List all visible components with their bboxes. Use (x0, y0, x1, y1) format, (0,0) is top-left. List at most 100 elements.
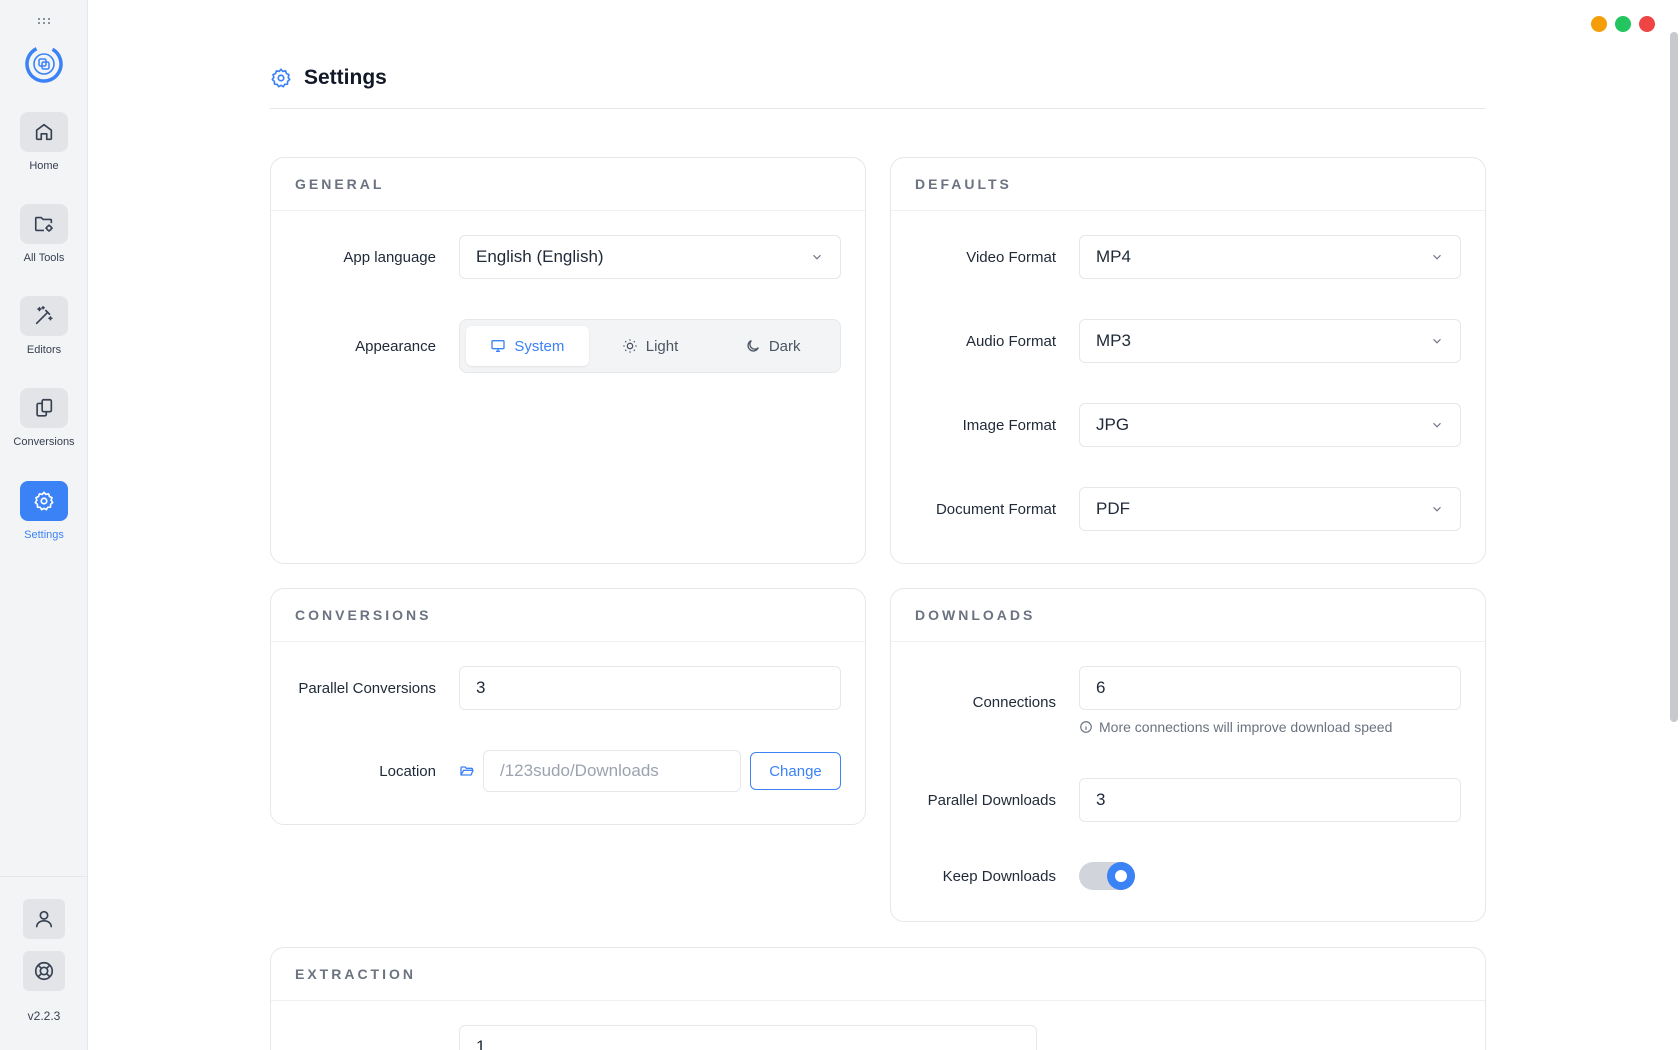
sidebar-item-settings[interactable]: Settings (0, 481, 88, 541)
location-input[interactable]: /123sudo/Downloads (483, 750, 741, 792)
sidebar-item-conversions[interactable]: Conversions (0, 388, 88, 448)
sidebar: Home All Tools Editors Conversions Setti… (0, 0, 88, 1050)
audio-format-value: MP3 (1096, 331, 1131, 350)
document-format-value: PDF (1096, 499, 1130, 518)
folder-open-icon (460, 766, 474, 776)
chevron-down-icon (1433, 422, 1441, 428)
document-format-label: Document Format (935, 501, 1056, 518)
parallel-downloads-label: Parallel Downloads (927, 792, 1056, 809)
info-icon (1080, 721, 1092, 733)
minimize-button[interactable] (1591, 16, 1607, 32)
conversions-button[interactable] (20, 388, 68, 428)
magic-wand-icon (35, 306, 53, 325)
audio-format-select[interactable]: MP3 (1079, 319, 1461, 363)
sidebar-item-label: All Tools (23, 252, 65, 264)
card-title: EXTRACTION (295, 966, 416, 982)
sun-icon (623, 339, 637, 353)
parallel-downloads-value: 3 (1096, 790, 1106, 809)
image-format-label: Image Format (962, 417, 1056, 434)
drag-handle-icon[interactable] (38, 18, 50, 26)
downloads-card: DOWNLOADS Connections 6 More connections… (890, 588, 1486, 922)
help-button[interactable] (23, 951, 65, 991)
appearance-option-light[interactable]: Light (589, 326, 712, 366)
conversions-card: CONVERSIONS Parallel Conversions 3 Locat… (270, 588, 866, 825)
app-logo (24, 44, 64, 84)
connections-hint-text: More connections will improve download s… (1099, 719, 1393, 735)
change-button-label: Change (769, 762, 822, 780)
sidebar-item-label: Settings (24, 529, 64, 541)
chevron-down-icon (1433, 338, 1441, 344)
sidebar-item-label: Editors (26, 344, 62, 356)
parallel-conversions-label: Parallel Conversions (298, 680, 436, 697)
location-placeholder: /123sudo/Downloads (500, 761, 659, 780)
card-title: CONVERSIONS (295, 607, 432, 623)
account-button[interactable] (23, 899, 65, 939)
appearance-label: Appearance (355, 338, 436, 355)
copy-files-icon (36, 398, 53, 417)
chevron-down-icon (813, 254, 821, 260)
moon-icon (747, 340, 759, 352)
defaults-card: DEFAULTS Video Format MP4 Audio Format M… (890, 157, 1486, 564)
document-format-select[interactable]: PDF (1079, 487, 1461, 531)
editors-button[interactable] (20, 296, 68, 336)
parallel-conversions-input[interactable]: 3 (459, 666, 841, 710)
gear-icon (34, 491, 54, 511)
image-format-value: JPG (1096, 415, 1130, 434)
window-controls (1591, 16, 1655, 32)
settings-button[interactable] (20, 481, 68, 521)
sidebar-item-label: Home (29, 160, 59, 172)
app-language-label: App language (343, 249, 436, 266)
appearance-option-dark[interactable]: Dark (711, 326, 834, 366)
video-format-value: MP4 (1096, 247, 1131, 266)
image-format-select[interactable]: JPG (1079, 403, 1461, 447)
connections-hint: More connections will improve download s… (1079, 719, 1392, 735)
sidebar-footer: v2.2.3 (0, 876, 88, 1050)
app-language-value: English (English) (476, 247, 604, 266)
folder-gear-icon (34, 216, 53, 232)
maximize-button[interactable] (1615, 16, 1631, 32)
appearance-option-system[interactable]: System (466, 326, 589, 366)
gear-icon (271, 68, 291, 88)
chevron-down-icon (1433, 506, 1441, 512)
video-format-select[interactable]: MP4 (1079, 235, 1461, 279)
page-title: Settings (304, 66, 387, 89)
connections-value: 6 (1096, 678, 1106, 697)
keep-downloads-toggle[interactable] (1079, 862, 1135, 890)
close-button[interactable] (1639, 16, 1655, 32)
monitor-icon (491, 340, 505, 352)
extraction-value: 1 (476, 1037, 486, 1050)
sidebar-item-editors[interactable]: Editors (0, 296, 88, 356)
card-title: GENERAL (295, 176, 385, 192)
connections-label: Connections (972, 694, 1056, 711)
sidebar-item-home[interactable]: Home (0, 112, 88, 172)
card-title: DOWNLOADS (915, 607, 1036, 623)
appearance-option-label: Dark (768, 337, 801, 355)
sidebar-item-label: Conversions (13, 436, 75, 448)
change-location-button[interactable]: Change (750, 752, 841, 790)
general-card: GENERAL App language English (English) A… (270, 157, 866, 564)
audio-format-label: Audio Format (965, 333, 1056, 350)
parallel-conversions-value: 3 (476, 678, 486, 697)
extraction-card: EXTRACTION 1 (270, 947, 1486, 1050)
card-title: DEFAULTS (915, 176, 1012, 192)
sidebar-item-all-tools[interactable]: All Tools (0, 204, 88, 264)
toggle-knob (1107, 862, 1135, 890)
page-header: Settings (270, 64, 1486, 109)
home-icon (35, 123, 53, 141)
home-button[interactable] (20, 112, 68, 152)
all-tools-button[interactable] (20, 204, 68, 244)
appearance-toggle: System Light Dark (459, 319, 841, 373)
keep-downloads-label: Keep Downloads (942, 868, 1056, 885)
connections-input[interactable]: 6 (1079, 666, 1461, 710)
appearance-option-label: System (514, 337, 565, 355)
parallel-downloads-input[interactable]: 3 (1079, 778, 1461, 822)
appearance-option-label: Light (645, 337, 679, 355)
chevron-down-icon (1433, 254, 1441, 260)
scrollbar[interactable] (1670, 32, 1678, 722)
location-label: Location (379, 763, 436, 780)
app-version: v2.2.3 (27, 1009, 61, 1023)
app-language-select[interactable]: English (English) (459, 235, 841, 279)
extraction-input[interactable]: 1 (459, 1025, 1037, 1050)
user-icon (35, 910, 53, 928)
lifebuoy-icon (34, 961, 54, 981)
